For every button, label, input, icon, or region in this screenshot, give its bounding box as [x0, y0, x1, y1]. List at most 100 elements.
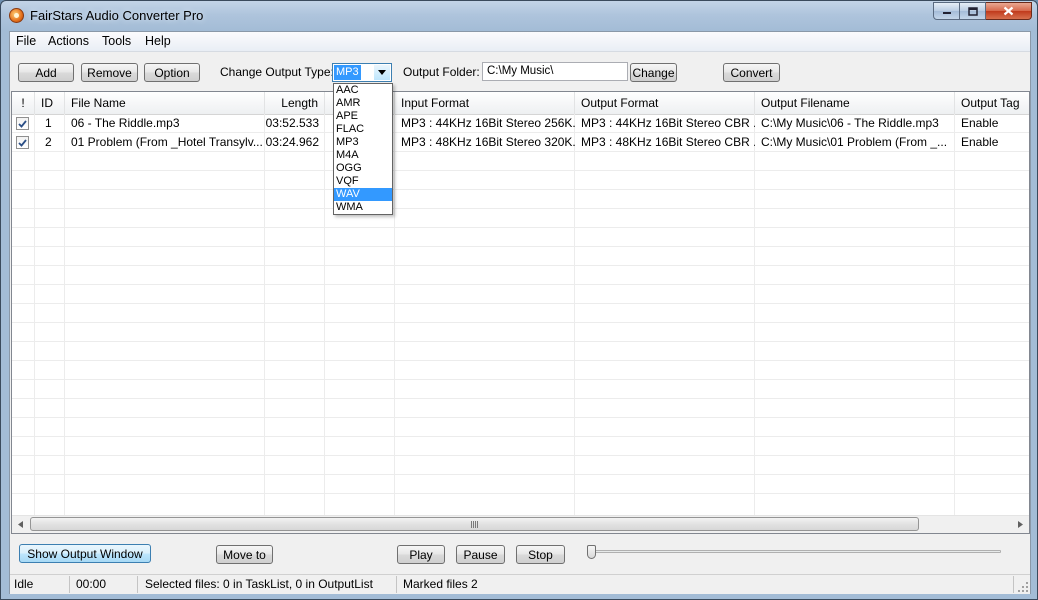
- column-header-output-tag[interactable]: Output Tag: [955, 92, 1029, 114]
- cell-file-name: 06 - The Riddle.mp3: [71, 116, 180, 130]
- window-controls: [933, 2, 1032, 21]
- menu-file[interactable]: File: [16, 34, 36, 48]
- output-type-value: MP3: [334, 65, 361, 80]
- minimize-button[interactable]: [933, 2, 960, 20]
- output-type-option[interactable]: APE: [334, 110, 392, 123]
- remove-button[interactable]: Remove: [81, 63, 138, 82]
- grid-line: [12, 227, 1029, 228]
- grid-line: [12, 322, 1029, 323]
- table-row[interactable]: 1 06 - The Riddle.mp3 03:52.533 MP3 : 44…: [12, 114, 1029, 133]
- output-type-option[interactable]: FLAC: [334, 123, 392, 136]
- cell-id: 1: [45, 116, 52, 130]
- grid-line: [12, 398, 1029, 399]
- close-icon: [1003, 6, 1014, 16]
- option-button[interactable]: Option: [144, 63, 200, 82]
- window-title: FairStars Audio Converter Pro: [30, 8, 204, 23]
- status-time: 00:00: [72, 576, 138, 593]
- cell-output-format: MP3 : 44KHz 16Bit Stereo CBR ...: [581, 116, 755, 130]
- row-checkbox[interactable]: [16, 136, 29, 149]
- row-checkbox[interactable]: [16, 117, 29, 130]
- seek-slider[interactable]: [590, 550, 1001, 553]
- maximize-button[interactable]: [960, 2, 986, 20]
- column-header-length[interactable]: Length: [265, 92, 325, 114]
- grid-line: [12, 360, 1029, 361]
- cell-input-format: MP3 : 48KHz 16Bit Stereo 320K...: [401, 135, 575, 149]
- status-bar: Idle 00:00 Selected files: 0 in TaskList…: [10, 574, 1030, 594]
- grid-line: [12, 284, 1029, 285]
- output-type-option[interactable]: OGG: [334, 162, 392, 175]
- scroll-right-arrow[interactable]: [1012, 516, 1029, 533]
- maximize-icon: [967, 6, 978, 16]
- grid-line: [12, 474, 1029, 475]
- cell-output-filename: C:\My Music\06 - The Riddle.mp3: [761, 116, 939, 130]
- output-type-option[interactable]: M4A: [334, 149, 392, 162]
- app-logo-icon[interactable]: [9, 8, 24, 23]
- output-type-option-highlighted[interactable]: WAV: [334, 188, 392, 201]
- column-header-output-format[interactable]: Output Format: [575, 92, 755, 114]
- grid-line: [12, 436, 1029, 437]
- grid-line: [12, 189, 1029, 190]
- toolbar: Add Remove Option Change Output Type: MP…: [10, 52, 1030, 90]
- cell-file-name: 01 Problem (From _Hotel Transylv...: [71, 135, 263, 149]
- cell-output-tag: Enable: [961, 116, 999, 130]
- output-type-option[interactable]: MP3: [334, 136, 392, 149]
- column-header-input-format[interactable]: Input Format: [395, 92, 575, 114]
- table-row[interactable]: 2 01 Problem (From _Hotel Transylv... 03…: [12, 133, 1029, 152]
- menu-help[interactable]: Help: [145, 34, 171, 48]
- grid-line: [12, 417, 1029, 418]
- menu-actions[interactable]: Actions: [48, 34, 89, 48]
- status-marked: Marked files 2: [399, 576, 1014, 593]
- change-folder-button[interactable]: Change: [630, 63, 677, 82]
- cell-output-format: MP3 : 48KHz 16Bit Stereo CBR ...: [581, 135, 755, 149]
- output-type-dropdown[interactable]: AAC AMR APE FLAC MP3 M4A OGG VQF WAV WMA: [333, 83, 393, 215]
- seek-slider-thumb[interactable]: [587, 545, 596, 559]
- grip-icon: [470, 521, 479, 528]
- playback-bar: Show Output Window Move to Play Pause St…: [10, 535, 1030, 573]
- grid-line: [12, 265, 1029, 266]
- grid-line: [12, 455, 1029, 456]
- scrollbar-thumb[interactable]: [30, 517, 919, 531]
- check-icon: [18, 119, 27, 128]
- cell-length: 03:52.533: [265, 116, 319, 130]
- output-folder-label: Output Folder:: [403, 65, 480, 79]
- scroll-left-arrow[interactable]: [12, 516, 29, 533]
- task-list-header: ! ID File Name Length Input Format Outpu…: [12, 92, 1029, 115]
- move-to-button[interactable]: Move to: [216, 545, 273, 564]
- output-folder-input[interactable]: C:\My Music\: [482, 62, 628, 81]
- play-button[interactable]: Play: [397, 545, 445, 564]
- cell-output-tag: Enable: [961, 135, 999, 149]
- column-header-output-filename[interactable]: Output Filename: [755, 92, 955, 114]
- add-button[interactable]: Add: [18, 63, 74, 82]
- menu-tools[interactable]: Tools: [102, 34, 131, 48]
- column-header-id[interactable]: ID: [35, 92, 65, 114]
- stop-button[interactable]: Stop: [516, 545, 565, 564]
- task-list[interactable]: ! ID File Name Length Input Format Outpu…: [11, 91, 1030, 534]
- status-selected: Selected files: 0 in TaskList, 0 in Outp…: [141, 576, 397, 593]
- menu-bar: File Actions Tools Help: [10, 32, 1030, 52]
- convert-button[interactable]: Convert: [723, 63, 780, 82]
- cell-id: 2: [45, 135, 52, 149]
- title-bar[interactable]: FairStars Audio Converter Pro: [1, 1, 1037, 31]
- show-output-window-button[interactable]: Show Output Window: [19, 544, 151, 563]
- chevron-down-icon[interactable]: [374, 65, 390, 80]
- pause-button[interactable]: Pause: [456, 545, 505, 564]
- grid-line: [12, 246, 1029, 247]
- cell-input-format: MP3 : 44KHz 16Bit Stereo 256K...: [401, 116, 575, 130]
- grid-line: [12, 170, 1029, 171]
- check-icon: [18, 138, 27, 147]
- app-window: FairStars Audio Converter Pro File Actio…: [0, 0, 1038, 600]
- close-button[interactable]: [986, 2, 1032, 20]
- output-type-option[interactable]: VQF: [334, 175, 392, 188]
- size-grip-icon[interactable]: [1017, 581, 1029, 593]
- cell-output-filename: C:\My Music\01 Problem (From _...: [761, 135, 948, 149]
- output-type-option[interactable]: AAC: [334, 84, 392, 97]
- output-type-option[interactable]: AMR: [334, 97, 392, 110]
- horizontal-scrollbar[interactable]: [12, 515, 1029, 533]
- grid-line: [12, 341, 1029, 342]
- output-type-select[interactable]: MP3: [332, 63, 392, 82]
- output-type-option[interactable]: WMA: [334, 201, 392, 214]
- column-header-file-name[interactable]: File Name: [65, 92, 265, 114]
- arrow-left-icon: [18, 521, 23, 528]
- column-header-mark[interactable]: !: [12, 92, 35, 114]
- grid-line: [12, 379, 1029, 380]
